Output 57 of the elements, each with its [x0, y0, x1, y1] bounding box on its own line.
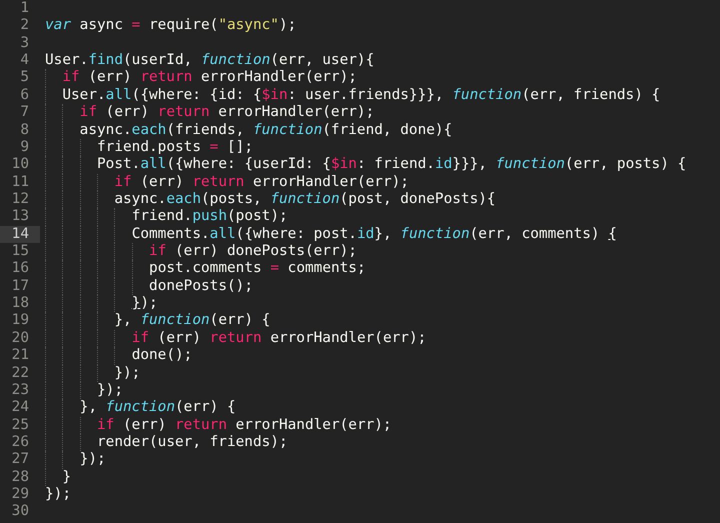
code-line: async.each(friends, function(friend, done){: [45, 122, 452, 139]
line-number: 11: [10, 174, 30, 191]
line-number: 24: [10, 399, 30, 417]
code-line: post.comments = comments;: [45, 260, 366, 278]
line-number: 9: [19, 138, 30, 156]
code-line: render(user, friends);: [45, 434, 288, 452]
line-number: 4: [19, 52, 30, 70]
code-line: donePosts();: [45, 278, 253, 296]
line-number: 2: [19, 17, 30, 35]
code-line: if (err) return errorHandler(err);: [45, 174, 409, 191]
line-number: 21: [10, 347, 30, 365]
code-line: var async = require("async");: [45, 17, 296, 35]
code-line: friend.push(post);: [45, 208, 288, 226]
code-line: async.each(posts, function(post, donePosts){: [45, 190, 496, 208]
line-number: 13: [10, 208, 30, 226]
line-number: 29: [10, 486, 30, 504]
line-number: 27: [10, 451, 30, 469]
line-number: 17: [10, 278, 30, 296]
code-line: User.all({where: {id: {$in: user.friends}}}, function(err, friends) {: [45, 86, 660, 104]
code-line: Comments.all({where: post.id}, function(err, comments) {: [45, 226, 617, 244]
code-line: if (err) return errorHandler(err);: [45, 69, 357, 87]
code-line: });: [45, 382, 124, 400]
line-number: 3: [19, 34, 30, 52]
line-number: 18: [10, 295, 30, 312]
code-line: friend.posts = [];: [45, 138, 253, 156]
code-line: if (err) donePosts(err);: [45, 243, 357, 260]
code-line: Post.all({where: {userId: {$in: friend.id}}}, function(err, posts) {: [45, 156, 686, 174]
line-number: 28: [10, 468, 30, 486]
line-number: 25: [10, 416, 30, 434]
line-number: 6: [19, 86, 30, 104]
line-number: 30: [10, 503, 30, 521]
code-line: if (err) return errorHandler(err);: [45, 416, 392, 434]
line-number: 5: [19, 69, 30, 87]
line-number: 19: [10, 312, 30, 330]
code-line: });: [45, 364, 140, 382]
line-number: 12: [10, 190, 30, 208]
line-number: 14: [0, 226, 40, 244]
line-number: 8: [19, 122, 30, 139]
code-line: });: [45, 295, 158, 312]
line-number: 1: [19, 0, 30, 18]
line-number: 22: [10, 364, 30, 382]
code-line: }: [45, 468, 71, 486]
line-number: 20: [10, 330, 30, 348]
code-line: }, function(err) {: [45, 312, 270, 330]
code-line: }, function(err) {: [45, 399, 236, 417]
line-number: 7: [19, 104, 30, 122]
line-number: 10: [10, 156, 30, 174]
line-number: 15: [10, 243, 30, 260]
code-line: });: [45, 486, 71, 504]
code-line: });: [45, 451, 106, 469]
code-line: done();: [45, 347, 192, 365]
code-line: User.find(userId, function(err, user){: [45, 52, 374, 70]
code-line: if (err) return errorHandler(err);: [45, 330, 426, 348]
line-number: 16: [10, 260, 30, 278]
line-number: 23: [10, 382, 30, 400]
code-line: if (err) return errorHandler(err);: [45, 104, 374, 122]
line-number: 26: [10, 434, 30, 452]
